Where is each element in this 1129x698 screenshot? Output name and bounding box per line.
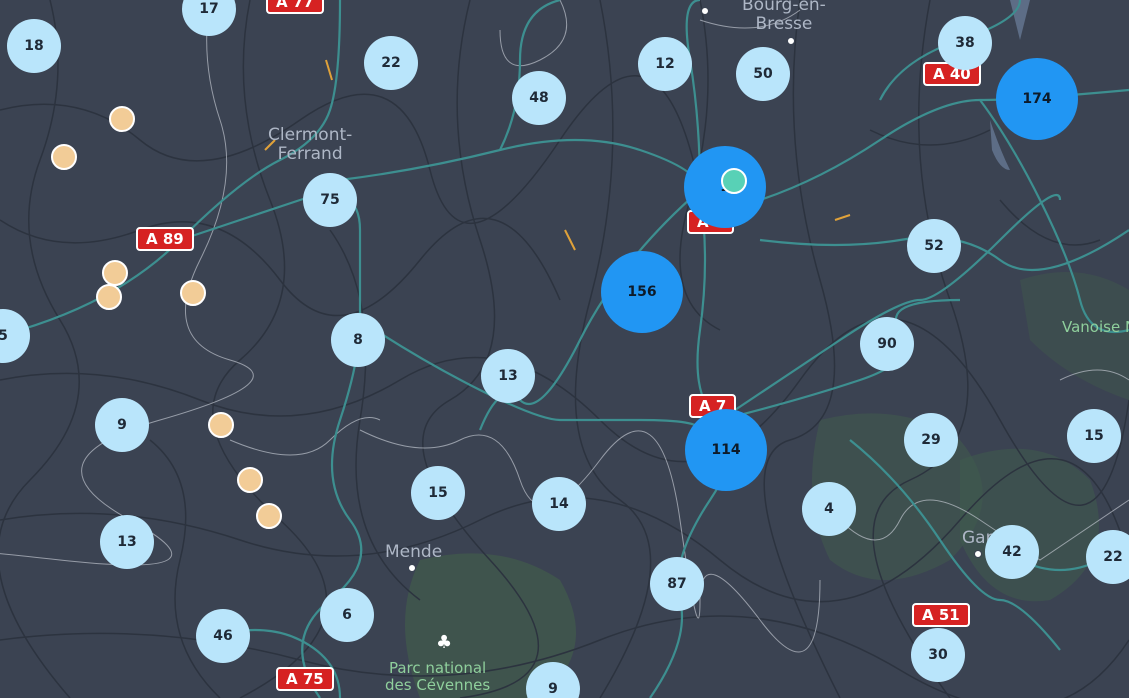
- poi-marker[interactable]: [51, 144, 77, 170]
- cluster-marker[interactable]: 75: [303, 173, 357, 227]
- poi-marker[interactable]: [109, 106, 135, 132]
- forest-area: [1020, 272, 1129, 400]
- poi-marker[interactable]: [237, 467, 263, 493]
- cluster-marker[interactable]: 4: [802, 482, 856, 536]
- city-dot: [974, 550, 982, 558]
- cluster-marker[interactable]: 30: [911, 628, 965, 682]
- current-location-marker[interactable]: [721, 168, 747, 194]
- poi-marker[interactable]: [208, 412, 234, 438]
- cluster-marker[interactable]: 8: [331, 313, 385, 367]
- cluster-marker[interactable]: 9: [95, 398, 149, 452]
- road-shield-a51: A 51: [912, 603, 970, 627]
- poi-marker[interactable]: [180, 280, 206, 306]
- cluster-marker[interactable]: 90: [860, 317, 914, 371]
- cluster-marker[interactable]: 87: [650, 557, 704, 611]
- poi-marker[interactable]: [96, 284, 122, 310]
- cluster-marker[interactable]: 22: [364, 36, 418, 90]
- cluster-marker[interactable]: 29: [904, 413, 958, 467]
- cluster-marker[interactable]: 52: [907, 219, 961, 273]
- cluster-marker[interactable]: 12: [638, 37, 692, 91]
- cluster-marker[interactable]: 15: [411, 466, 465, 520]
- cluster-marker-large[interactable]: 156: [601, 251, 683, 333]
- road-shield-a89: A 89: [136, 227, 194, 251]
- poi-marker[interactable]: [256, 503, 282, 529]
- forest-area: [960, 448, 1099, 602]
- road-shield-a77: A 77: [266, 0, 324, 14]
- city-dot: [787, 37, 795, 45]
- cluster-marker[interactable]: 18: [7, 19, 61, 73]
- cluster-marker[interactable]: 48: [512, 71, 566, 125]
- city-dot: [701, 7, 709, 15]
- park-label-cevennes: Parc national des Cévennes: [385, 659, 491, 694]
- map-canvas[interactable]: Clermont- Ferrand Bourg-en- Bresse Mende…: [0, 0, 1129, 698]
- poi-marker[interactable]: [102, 260, 128, 286]
- lake: [1010, 0, 1030, 40]
- cluster-marker[interactable]: 13: [100, 515, 154, 569]
- cluster-marker[interactable]: 50: [736, 47, 790, 101]
- park-tree-icon: ♣: [436, 632, 453, 653]
- cluster-marker-large[interactable]: 174: [996, 58, 1078, 140]
- cluster-marker[interactable]: 38: [938, 16, 992, 70]
- cluster-marker[interactable]: 6: [320, 588, 374, 642]
- city-label-mende: Mende: [385, 542, 443, 562]
- city-dot: [408, 564, 416, 572]
- cluster-marker-large[interactable]: 114: [685, 409, 767, 491]
- city-label-bourg-en-bresse: Bourg-en- Bresse: [742, 0, 826, 34]
- cluster-marker[interactable]: 13: [481, 349, 535, 403]
- city-label-clermont-ferrand: Clermont- Ferrand: [268, 125, 353, 164]
- cluster-marker[interactable]: 15: [1067, 409, 1121, 463]
- cluster-marker[interactable]: 46: [196, 609, 250, 663]
- road-shield-a75: A 75: [276, 667, 334, 691]
- cluster-marker[interactable]: 42: [985, 525, 1039, 579]
- region-label-vanoise: Vanoise N: [1062, 318, 1129, 336]
- cluster-marker[interactable]: 14: [532, 477, 586, 531]
